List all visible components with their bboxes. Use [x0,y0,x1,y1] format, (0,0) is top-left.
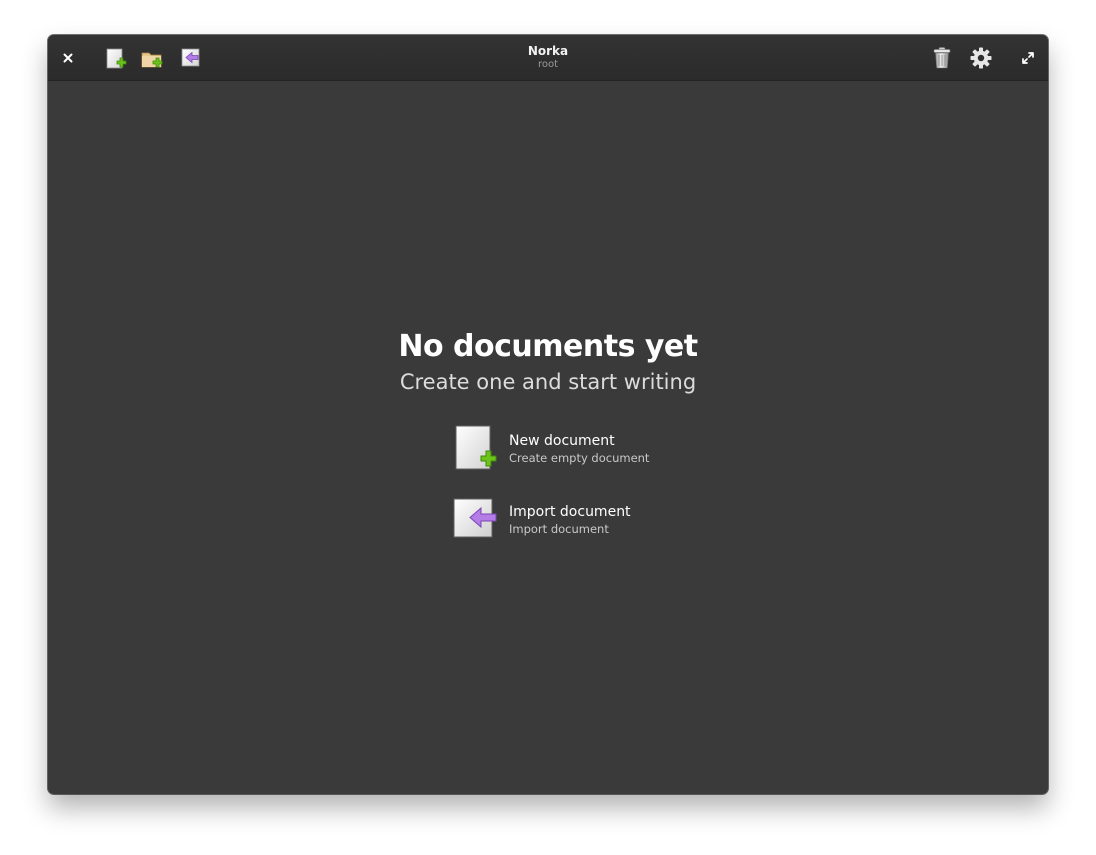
new-folder-icon [141,52,163,68]
new-folder-button[interactable] [138,45,166,73]
new-document-description: Create empty document [509,451,650,465]
window-subtitle: root [537,59,559,70]
import-document-action[interactable]: Import document Import document [452,495,712,545]
import-document-button[interactable] [176,43,204,71]
import-document-description: Import document [509,522,609,536]
empty-state-subtitle: Create one and start writing [399,370,697,394]
settings-button[interactable] [966,44,996,72]
window-title: Norka [527,44,569,58]
import-document-icon [181,48,200,67]
new-document-button[interactable] [102,45,130,73]
new-document-label: New document [509,433,615,449]
maximize-button[interactable] [1016,47,1040,69]
gear-icon [970,47,992,69]
import-document-icon [453,498,497,538]
new-document-action[interactable]: New document Create empty document [452,424,712,474]
new-document-icon [106,48,127,69]
trash-icon [933,47,951,69]
new-document-icon [455,425,497,470]
headerbar: Norka root [48,35,1048,81]
maximize-icon [1022,52,1034,64]
close-icon [63,53,73,63]
empty-state-title: No documents yet [398,329,698,364]
import-document-label: Import document [509,504,631,520]
window-title-block: Norka root [398,44,698,71]
trash-button[interactable] [928,44,956,72]
app-window: Norka root No documents yet Create one a… [48,35,1048,794]
close-button[interactable] [56,47,80,69]
empty-state: No documents yet Create one and start wr… [48,325,1048,395]
